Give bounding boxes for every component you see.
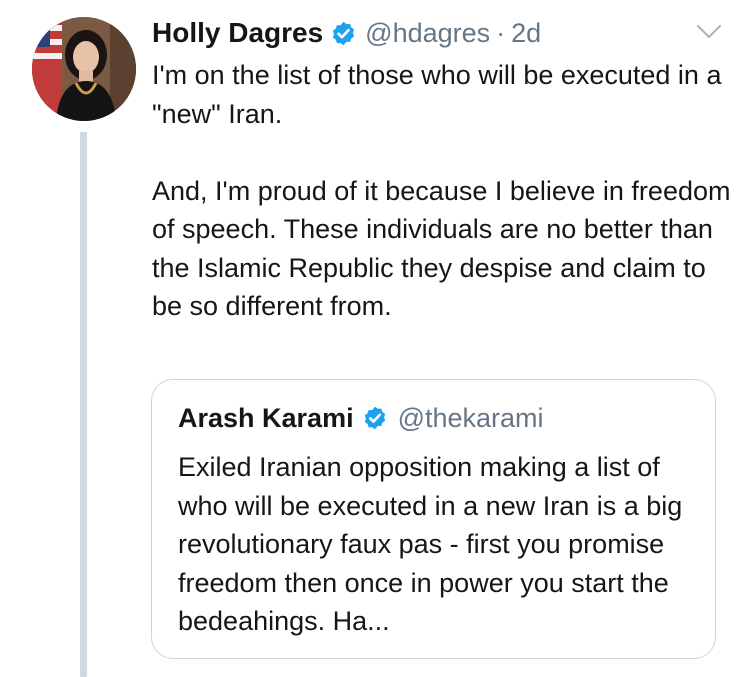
quoted-tweet-text: Exiled Iranian opposition making a list … xyxy=(178,452,683,636)
verified-badge-icon xyxy=(330,20,357,47)
tweet-text: I'm on the list of those who will be exe… xyxy=(152,56,737,326)
tweet-paragraph: I'm on the list of those who will be exe… xyxy=(152,60,722,129)
quoted-author-handle: @thekarami xyxy=(397,402,544,433)
tweet-paragraph: And, I'm proud of it because I believe i… xyxy=(152,175,731,322)
quoted-tweet-card[interactable]: Arash Karami @thekarami Exiled Iranian o… xyxy=(151,379,716,659)
tweet-header: Holly Dagres @hdagres · 2d xyxy=(152,14,541,52)
chevron-down-icon[interactable] xyxy=(693,20,725,44)
meta-separator: · xyxy=(496,17,506,48)
verified-badge-icon xyxy=(362,405,388,431)
author-name[interactable]: Holly Dagres xyxy=(152,17,323,49)
author-avatar[interactable] xyxy=(32,17,136,121)
avatar-image xyxy=(32,17,136,121)
author-handle[interactable]: @hdagres xyxy=(365,18,490,49)
tweet-timestamp[interactable]: 2d xyxy=(511,18,541,49)
quoted-author-name: Arash Karami xyxy=(178,402,354,433)
thread-connector-line xyxy=(80,132,87,677)
quoted-tweet-header: Arash Karami @thekarami xyxy=(178,400,544,436)
